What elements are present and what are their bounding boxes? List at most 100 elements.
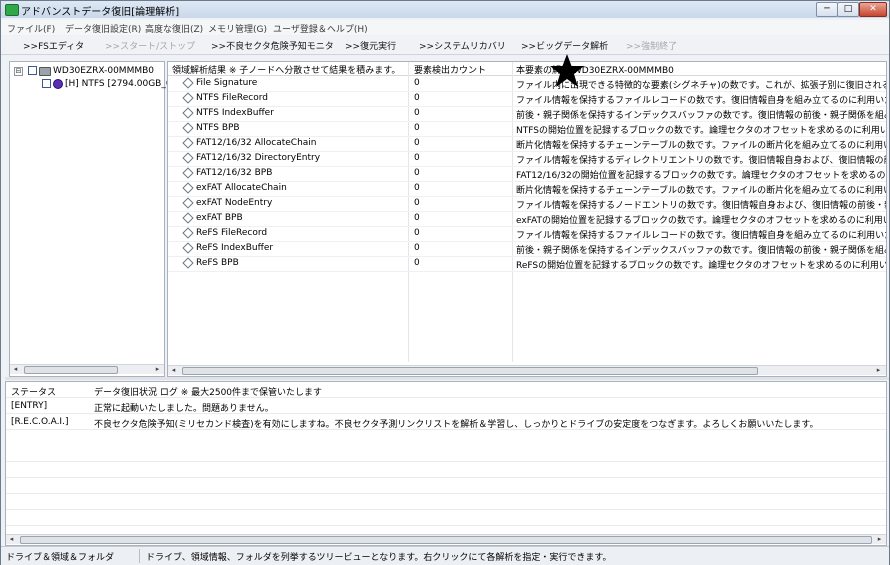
node-icon xyxy=(182,242,194,254)
table-row[interactable]: ReFS FileRecord 0 ファイル情報を保持するファイルレコードの数です。… xyxy=(168,226,886,242)
cell-description: 前後・親子関係を保持するインデックスバッファの数です。復旧情報の前後・親子関係を… xyxy=(516,246,886,256)
node-icon xyxy=(182,257,194,269)
node-icon xyxy=(182,92,194,104)
table-row[interactable]: NTFS BPB 0 NTFSの開始位置を記録するブロックの数です。論理セクタのオフ… xyxy=(168,121,886,137)
table-row[interactable]: NTFS IndexBuffer 0 前後・親子関係を保持するインデックスバッファの… xyxy=(168,106,886,122)
status-left: ドライブ＆領域＆フォルダ xyxy=(3,549,140,563)
drive-tree[interactable]: ⊟ WD30EZRX-00MMMB0 [H] NTFS [2794.00GB_0… xyxy=(9,61,172,377)
log-row[interactable]: [R.E.C.O.A.I.] 不良セクタ危険予知(ミリセカンド検査)を有効にします… xyxy=(6,414,886,430)
scroll-left-icon[interactable]: ◂ xyxy=(169,366,178,375)
cell-count: 0 xyxy=(414,183,420,193)
log-message: 不良セクタ危険予知(ミリセカンド検査)を有効にしますね。不良セクタ予測リンクリス… xyxy=(94,420,819,430)
cell-count: 0 xyxy=(414,213,420,223)
cell-name: exFAT NodeEntry xyxy=(196,198,273,208)
cell-description: ファイル情報を保持するファイルレコードの数です。復旧情報自身を組み立てるのに利用… xyxy=(516,96,886,106)
log-message: 正常に起動いたしました。問題ありません。 xyxy=(94,404,274,414)
scroll-right-icon[interactable]: ▸ xyxy=(153,365,162,374)
scroll-left-icon[interactable]: ◂ xyxy=(11,365,20,374)
cell-name: NTFS IndexBuffer xyxy=(196,108,274,118)
table-row[interactable]: exFAT AllocateChain 0 断片化情報を保持するチェーンテーブルの数… xyxy=(168,181,886,197)
system-recovery-button[interactable]: >>システムリカバリ xyxy=(419,39,506,52)
table-row[interactable]: exFAT NodeEntry 0 ファイル情報を保持するノードエントリの数です。復… xyxy=(168,196,886,212)
scroll-right-icon[interactable]: ▸ xyxy=(875,535,884,544)
log-header-status[interactable]: ステータス xyxy=(11,385,56,398)
start-stop-button[interactable]: >>スタート/ストップ xyxy=(105,39,195,52)
log-header: ステータス データ復旧状況 ログ ※ 最大2500件まで保管いたします xyxy=(6,382,886,398)
menu-file[interactable]: ファイル(F) xyxy=(7,22,55,35)
star-icon xyxy=(550,54,584,87)
scroll-right-icon[interactable]: ▸ xyxy=(874,366,883,375)
table-row[interactable]: NTFS FileRecord 0 ファイル情報を保持するファイルレコードの数です。… xyxy=(168,91,886,107)
partition-checkbox[interactable] xyxy=(42,79,51,88)
cell-count: 0 xyxy=(414,138,420,148)
cell-name: ReFS IndexBuffer xyxy=(196,243,274,253)
cell-count: 0 xyxy=(414,123,420,133)
header-description[interactable]: 本要素の解説 WD30EZRX-00MMMB0 xyxy=(516,63,674,76)
tree-node-drive[interactable]: ⊟ WD30EZRX-00MMMB0 xyxy=(14,65,164,77)
scroll-left-icon[interactable]: ◂ xyxy=(7,535,16,544)
cell-description: NTFSの開始位置を記録するブロックの数です。論理セクタのオフセットを求めるのに… xyxy=(516,126,886,136)
node-icon xyxy=(182,122,194,134)
table-row[interactable]: FAT12/16/32 BPB 0 FAT12/16/32の開始位置を記録するブロッ… xyxy=(168,166,886,182)
cell-count: 0 xyxy=(414,198,420,208)
table-row[interactable]: ReFS BPB 0 ReFSの開始位置を記録するブロックの数です。論理セクタのオフ… xyxy=(168,256,886,272)
table-row[interactable]: FAT12/16/32 DirectoryEntry 0 ファイル情報を保持するディ… xyxy=(168,151,886,167)
menu-recovery-settings[interactable]: データ復旧設定(R) xyxy=(65,22,141,35)
cell-description: ファイル情報を保持するノードエントリの数です。復旧情報自身および、復旧情報の前後… xyxy=(516,201,886,211)
cell-description: ReFSの開始位置を記録するブロックの数です。論理セクタのオフセットを求めるのに… xyxy=(516,261,886,271)
cell-count: 0 xyxy=(414,93,420,103)
table-row[interactable]: exFAT BPB 0 exFATの開始位置を記録するブロックの数です。論理セクタの… xyxy=(168,211,886,227)
bad-sector-monitor-button[interactable]: >>不良セクタ危険予知モニタ xyxy=(211,39,334,52)
tree-hscrollbar[interactable]: ◂ ▸ xyxy=(10,364,164,374)
cell-count: 0 xyxy=(414,153,420,163)
status-right: ドライブ、領域情報、フォルダを列挙するツリービューとなります。右クリックにて各解… xyxy=(146,553,612,563)
force-quit-button[interactable]: >>強制終了 xyxy=(626,39,677,52)
table-row[interactable]: File Signature 0 ファイル内に出現できる特徴的な要素(シグネチャ)の… xyxy=(168,76,886,92)
table-row[interactable]: FAT12/16/32 AllocateChain 0 断片化情報を保持するチェーン… xyxy=(168,136,886,152)
scroll-thumb[interactable] xyxy=(20,536,872,544)
cell-description: FAT12/16/32の開始位置を記録するブロックの数です。論理セクタのオフセッ… xyxy=(516,171,886,181)
log-status: [R.E.C.O.A.I.] xyxy=(11,417,69,427)
drive-label: WD30EZRX-00MMMB0 xyxy=(53,66,154,76)
node-icon xyxy=(182,182,194,194)
maximize-button[interactable]: □ xyxy=(837,2,859,17)
bigdata-analysis-button[interactable]: >>ビッグデータ解析 xyxy=(521,39,608,52)
cell-count: 0 xyxy=(414,228,420,238)
scroll-thumb[interactable] xyxy=(182,367,758,375)
fs-editor-button[interactable]: >>FSエディタ xyxy=(23,39,84,52)
window-title: アドバンストデータ復旧[論理解析] xyxy=(21,7,180,18)
table-row[interactable]: ReFS IndexBuffer 0 前後・親子関係を保持するインデックスバッファの… xyxy=(168,241,886,257)
pane-splitter[interactable] xyxy=(5,377,889,380)
cell-description: 前後・親子関係を保持するインデックスバッファの数です。復旧情報の前後・親子関係を… xyxy=(516,111,886,121)
log-row[interactable]: [ENTRY] 正常に起動いたしました。問題ありません。 xyxy=(6,398,886,414)
menu-advanced-recovery[interactable]: 高度な復旧(Z) xyxy=(145,22,203,35)
analysis-grid[interactable]: 領域解析結果 ※ 子ノードへ分散させて結果を積みます。 要素検出カウント 本要素… xyxy=(167,61,887,377)
header-result[interactable]: 領域解析結果 ※ 子ノードへ分散させて結果を積みます。 xyxy=(172,63,400,76)
cell-count: 0 xyxy=(414,258,420,268)
grid-hscrollbar[interactable]: ◂ ▸ xyxy=(168,365,886,375)
cell-count: 0 xyxy=(414,243,420,253)
title-bar[interactable]: アドバンストデータ復旧[論理解析] ─ □ ✕ xyxy=(1,1,889,18)
close-button[interactable]: ✕ xyxy=(859,2,887,17)
log-hscrollbar[interactable]: ◂ ▸ xyxy=(6,534,886,544)
node-icon xyxy=(182,152,194,164)
scroll-thumb[interactable] xyxy=(24,366,118,374)
minimize-button[interactable]: ─ xyxy=(816,2,838,17)
log-header-message[interactable]: データ復旧状況 ログ ※ 最大2500件まで保管いたします xyxy=(94,385,322,398)
cell-name: File Signature xyxy=(196,78,258,88)
menu-bar: ファイル(F) データ復旧設定(R) 高度な復旧(Z) メモリ管理(G) ユーザ… xyxy=(1,20,889,35)
node-icon xyxy=(182,77,194,89)
restore-button[interactable]: >>復元実行 xyxy=(345,39,396,52)
tree-node-partition[interactable]: [H] NTFS [2794.00GB_0 xyxy=(14,78,172,90)
node-icon xyxy=(182,107,194,119)
cell-description: ファイル情報を保持するファイルレコードの数です。復旧情報自身を組み立てるのに利用… xyxy=(516,231,886,241)
node-icon xyxy=(182,137,194,149)
node-icon xyxy=(182,227,194,239)
drive-checkbox[interactable] xyxy=(28,66,37,75)
menu-memory[interactable]: メモリ管理(G) xyxy=(208,22,267,35)
log-panel[interactable]: ステータス データ復旧状況 ログ ※ 最大2500件まで保管いたします [ENT… xyxy=(5,381,887,546)
menu-help[interactable]: ユーザ登録＆ヘルプ(H) xyxy=(273,22,368,35)
cell-name: ReFS BPB xyxy=(196,258,239,268)
header-count[interactable]: 要素検出カウント xyxy=(414,63,486,76)
collapse-icon[interactable]: ⊟ xyxy=(14,67,23,76)
